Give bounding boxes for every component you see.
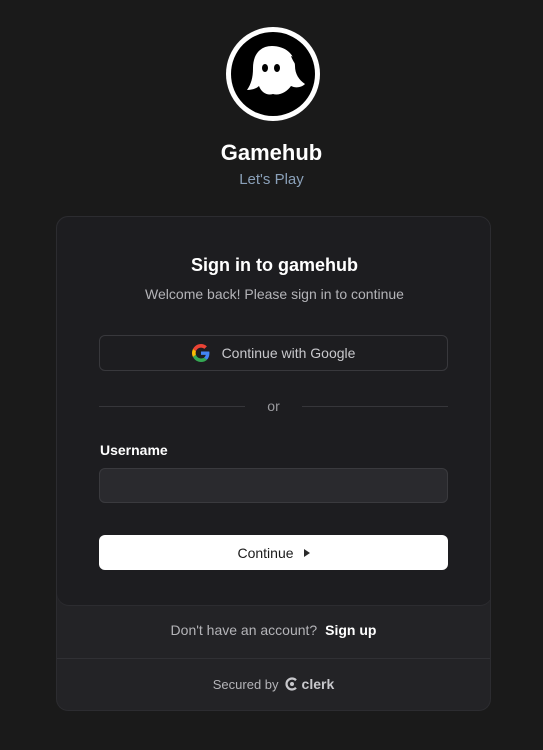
clerk-brand[interactable]: clerk [284, 676, 335, 692]
secured-by-text: Secured by [212, 676, 279, 692]
divider-text: or [267, 398, 280, 414]
signin-title: Sign in to gamehub [191, 255, 358, 275]
signin-card-main: Sign in to gamehub Welcome back! Please … [57, 217, 490, 605]
sign-up-link[interactable]: Sign up [325, 622, 376, 638]
username-input[interactable] [99, 468, 448, 503]
continue-button-label: Continue [237, 544, 294, 561]
app-title: Gamehub [220, 140, 323, 165]
continue-button[interactable]: Continue [99, 535, 448, 570]
or-divider: or [99, 397, 449, 415]
ghost-logo-icon [226, 27, 320, 121]
play-arrow-icon [303, 548, 310, 557]
divider-line-left [99, 405, 246, 407]
signin-subtitle: Welcome back! Please sign in to continue [145, 286, 404, 302]
signup-prompt: Don't have an account? Sign up [57, 622, 490, 638]
clerk-logo-icon [284, 677, 297, 691]
google-icon [191, 344, 209, 362]
username-label: Username [100, 442, 168, 458]
signin-card: Sign in to gamehub Welcome back! Please … [56, 216, 491, 711]
no-account-text: Don't have an account? [170, 622, 318, 638]
footer-divider [57, 658, 490, 659]
google-button-label: Continue with Google [221, 345, 356, 361]
divider-line-right [301, 405, 449, 407]
app-subtitle: Let's Play [239, 171, 304, 188]
secured-by-badge: Secured by clerk [57, 676, 490, 692]
continue-with-google-button[interactable]: Continue with Google [99, 335, 448, 371]
clerk-brand-label: clerk [301, 676, 335, 692]
